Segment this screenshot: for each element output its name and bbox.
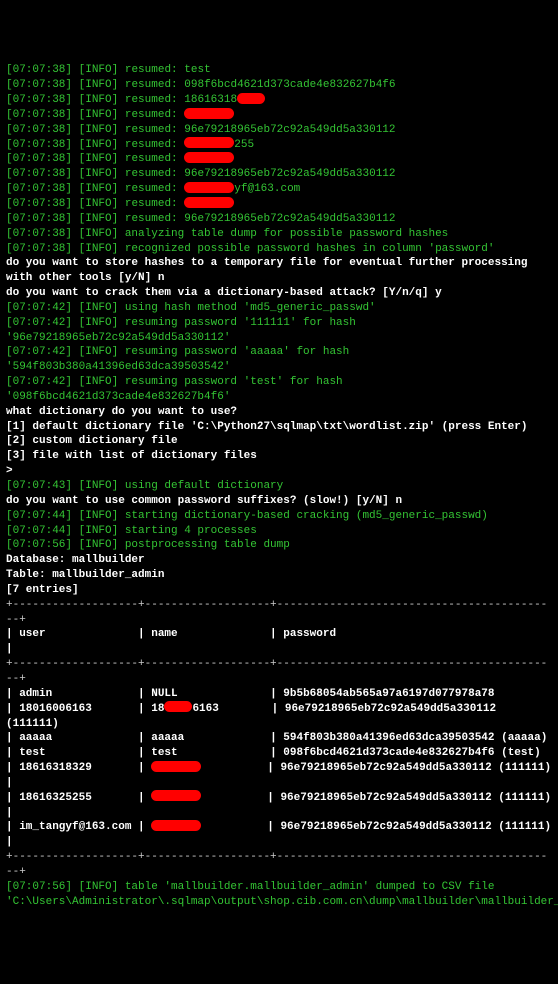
redacted-region [184, 137, 234, 148]
log-line: do you want to use common password suffi… [6, 494, 552, 509]
log-line: | [6, 835, 552, 850]
log-line: | [6, 806, 552, 821]
log-line: [07:07:38] [INFO] resumed: 96e79218965eb… [6, 212, 552, 227]
log-line: [07:07:38] [INFO] resumed: [6, 108, 552, 123]
log-line: [07:07:42] [INFO] using hash method 'md5… [6, 301, 552, 316]
log-line: [07:07:38] [INFO] resumed: 18616318 [6, 93, 552, 108]
log-line: +-------------------+-------------------… [6, 657, 552, 687]
log-line: [07:07:43] [INFO] using default dictiona… [6, 479, 552, 494]
redacted-region [151, 790, 201, 801]
log-line: [07:07:44] [INFO] starting dictionary-ba… [6, 509, 552, 524]
log-line: | [6, 776, 552, 791]
table-row: | test | test | 098f6bcd4621d373cade4e83… [6, 746, 552, 761]
log-line: [07:07:38] [INFO] recognized possible pa… [6, 242, 552, 257]
log-line: [07:07:38] [INFO] analyzing table dump f… [6, 227, 552, 242]
log-line: what dictionary do you want to use? [6, 405, 552, 420]
log-line: [07:07:38] [INFO] resumed: yf@163.com [6, 182, 552, 197]
log-line: [07:07:42] [INFO] resuming password 'tes… [6, 375, 552, 405]
redacted-region [184, 197, 234, 208]
log-line: [7 entries] [6, 583, 552, 598]
redacted-region [237, 93, 265, 104]
log-line: > [6, 464, 552, 479]
log-line: [07:07:38] [INFO] resumed: 255 [6, 138, 552, 153]
redacted-region [164, 701, 192, 712]
terminal-output: [07:07:38] [INFO] resumed: test[07:07:38… [6, 63, 552, 909]
log-line: [07:07:42] [INFO] resuming password '111… [6, 316, 552, 346]
log-line: Table: mallbuilder_admin [6, 568, 552, 583]
redacted-region [151, 761, 201, 772]
log-line: [07:07:38] [INFO] resumed: 098f6bcd4621d… [6, 78, 552, 93]
log-line: [07:07:56] [INFO] postprocessing table d… [6, 538, 552, 553]
table-row: | im_tangyf@163.com | | 96e79218965eb72c… [6, 820, 552, 835]
log-line: [07:07:38] [INFO] resumed: 96e79218965eb… [6, 123, 552, 138]
redacted-region [184, 108, 234, 119]
table-row: | 18616325255 | | 96e79218965eb72c92a549… [6, 791, 552, 806]
log-line: [1] default dictionary file 'C:\Python27… [6, 420, 552, 435]
log-line: [2] custom dictionary file [6, 434, 552, 449]
log-line: do you want to store hashes to a tempora… [6, 256, 552, 286]
log-line: +-------------------+-------------------… [6, 850, 552, 880]
table-row: | admin | NULL | 9b5b68054ab565a97a6197d… [6, 687, 552, 702]
redacted-region [184, 152, 234, 163]
log-line: [07:07:38] [INFO] resumed: 96e79218965eb… [6, 167, 552, 182]
log-line: [07:07:44] [INFO] starting 4 processes [6, 524, 552, 539]
log-line: [07:07:38] [INFO] resumed: [6, 152, 552, 167]
log-line: [07:07:38] [INFO] resumed: [6, 197, 552, 212]
table-row: | aaaaa | aaaaa | 594f803b380a41396ed63d… [6, 731, 552, 746]
log-line: +-------------------+-------------------… [6, 598, 552, 628]
log-line: [07:07:42] [INFO] resuming password 'aaa… [6, 345, 552, 375]
log-line: do you want to crack them via a dictiona… [6, 286, 552, 301]
redacted-region [184, 182, 234, 193]
log-line: [07:07:38] [INFO] resumed: test [6, 63, 552, 78]
log-line: Database: mallbuilder [6, 553, 552, 568]
log-line: [07:07:56] [INFO] table 'mallbuilder.mal… [6, 880, 552, 910]
table-row: | 18616318329 | | 96e79218965eb72c92a549… [6, 761, 552, 776]
redacted-region [151, 820, 201, 831]
log-line: | user | name | password | [6, 627, 552, 657]
log-line: [3] file with list of dictionary files [6, 449, 552, 464]
table-row: | 18016006163 | 186163 | 96e79218965eb72… [6, 702, 552, 732]
